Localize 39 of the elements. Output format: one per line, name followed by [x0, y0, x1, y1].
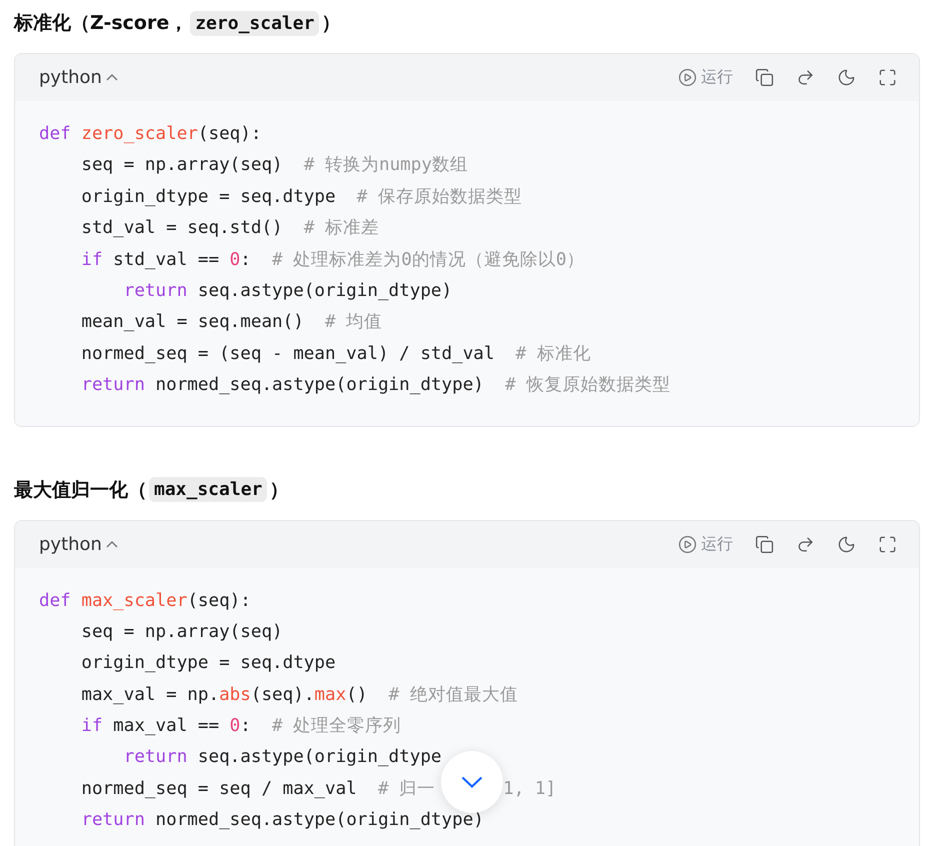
code-text: 1, 1]: [503, 778, 556, 801]
inline-code: zero_scaler: [190, 10, 320, 36]
code-line: std_val = seq.std() # 标准差: [80, 217, 379, 240]
share-arrow-icon[interactable]: [796, 534, 815, 554]
chevron-up-icon: [106, 540, 118, 548]
code-line: normed_seq = (seq - mean_val) / std_val # 标准化: [80, 342, 591, 366]
expand-icon[interactable]: [878, 68, 897, 87]
code-line: if max_val == 0: # 处理全零序列: [80, 715, 402, 738]
share-arrow-icon[interactable]: [796, 68, 815, 87]
moon-icon[interactable]: [837, 534, 856, 554]
copy-icon[interactable]: [755, 534, 774, 554]
code-line: return seq.astype(origin_dtype: [122, 746, 442, 770]
code-line: seq = np.array(seq) # 转换为numpy数组: [80, 154, 468, 178]
inline-code: max_scaler: [149, 477, 268, 502]
copy-icon[interactable]: [755, 68, 774, 87]
chevron-up-icon: [106, 74, 118, 81]
code-line: def zero_scaler(seq):: [39, 123, 262, 146]
heading-text: ）: [269, 478, 288, 503]
moon-icon[interactable]: [837, 68, 856, 87]
code-line: return seq.astype(origin_dtype): [122, 280, 452, 303]
play-icon: [678, 534, 697, 554]
chevron-down-icon: [461, 776, 483, 788]
code-line: max_val = np.abs(seq).max() # 绝对值最大值: [80, 684, 518, 707]
code-line: mean_val = seq.mean() # 均值: [80, 311, 382, 334]
code-line: origin_dtype = seq.dtype # 保存原始数据类型: [80, 186, 522, 209]
expand-icon[interactable]: [878, 534, 897, 554]
code-line: if std_val == 0: # 处理标准差为0的情况（避免除以0）: [80, 248, 584, 272]
code-line: def max_scaler(seq):: [39, 590, 251, 613]
heading-text: 最大值归一化（: [14, 478, 147, 503]
code-line: return normed_seq.astype(origin_dtype): [80, 809, 484, 832]
play-icon: [678, 68, 697, 87]
language-toggle[interactable]: python: [39, 534, 118, 555]
language-toggle[interactable]: python: [39, 67, 118, 88]
heading-text: 标准化（Z-score，: [14, 11, 188, 36]
code-line: return normed_seq.astype(origin_dtype) # 恢复原始数据类型: [80, 374, 670, 398]
code-line: seq = np.array(seq): [80, 620, 283, 644]
code-line: origin_dtype = seq.dtype: [80, 652, 336, 676]
code-line: normed_seq = seq / max_val # 归一: [80, 778, 436, 801]
heading-text: ）: [321, 11, 340, 36]
